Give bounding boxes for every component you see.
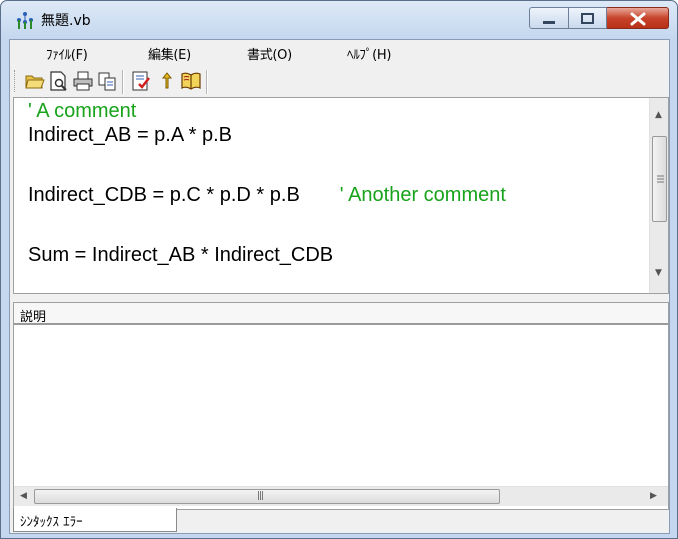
minimize-button[interactable] [529, 7, 569, 29]
menu-file[interactable]: ﾌｧｲﾙ(F) [46, 44, 88, 63]
close-button[interactable] [607, 7, 669, 29]
tab-label: ｼﾝﾀｯｸｽ ｴﾗｰ [20, 515, 83, 530]
toolbar-separator [206, 70, 208, 94]
code-line-3: Indirect_CDB = p.C * p.D * p.B ' Another … [28, 184, 506, 206]
toolbar-grip[interactable] [14, 70, 17, 92]
app-icon [15, 11, 35, 31]
menu-help[interactable]: ﾍﾙﾌﾟ(H) [347, 44, 391, 63]
toolbar [10, 66, 669, 97]
code-editor[interactable]: ' A comment Indirect_AB = p.A * p.B Indi… [13, 97, 669, 294]
scroll-thumb[interactable]: ||| [34, 489, 500, 504]
tab-syntax-errors[interactable]: ｼﾝﾀｯｸｽ ｴﾗｰ [13, 508, 177, 532]
editor-vertical-scrollbar[interactable]: ▲ ▼ [649, 98, 668, 293]
menu-edit[interactable]: 編集(E) [148, 44, 191, 63]
error-list[interactable]: 説明 ◀ ||| ▶ [13, 302, 669, 510]
check-icon[interactable] [130, 70, 152, 92]
app-window: 無題.vb ﾌｧｲﾙ(F) 編集(E) 書式(O) ﾍﾙﾌﾟ(H) ' A co… [0, 0, 678, 539]
code-comment: ' Another comment [339, 184, 506, 206]
code-line-4: Sum = Indirect_AB * Indirect_CDB [28, 244, 334, 266]
client-area: ﾌｧｲﾙ(F) 編集(E) 書式(O) ﾍﾙﾌﾟ(H) ' A comment … [9, 39, 670, 534]
scroll-grip-icon: ||| [257, 491, 264, 501]
maximize-button[interactable] [569, 7, 607, 29]
scroll-left-icon[interactable]: ◀ [20, 491, 27, 501]
menu-format[interactable]: 書式(O) [247, 44, 292, 63]
error-list-horizontal-scrollbar[interactable]: ◀ ||| ▶ [14, 486, 668, 506]
code-comment: ' A comment [28, 100, 137, 122]
arrow-up-icon[interactable] [156, 70, 178, 92]
code-line-2: Indirect_AB = p.A * p.B [28, 124, 233, 146]
window-title: 無題.vb [41, 13, 91, 29]
help-book-icon[interactable] [180, 70, 202, 92]
title-bar[interactable]: 無題.vb [1, 1, 677, 39]
open-icon[interactable] [24, 70, 46, 92]
print-icon[interactable] [72, 70, 94, 92]
scroll-up-icon[interactable]: ▲ [655, 110, 662, 120]
toolbar-separator [122, 70, 124, 94]
copy-icon[interactable] [96, 70, 118, 92]
scroll-thumb[interactable] [652, 136, 667, 222]
description-column-header[interactable]: 説明 [20, 306, 46, 325]
scroll-down-icon[interactable]: ▼ [655, 268, 662, 278]
error-list-header[interactable]: 説明 [14, 303, 668, 325]
code-line-1: ' A comment [28, 100, 136, 123]
scroll-right-icon[interactable]: ▶ [650, 491, 657, 501]
print-preview-icon[interactable] [48, 70, 70, 92]
menu-bar: ﾌｧｲﾙ(F) 編集(E) 書式(O) ﾍﾙﾌﾟ(H) [10, 40, 669, 66]
